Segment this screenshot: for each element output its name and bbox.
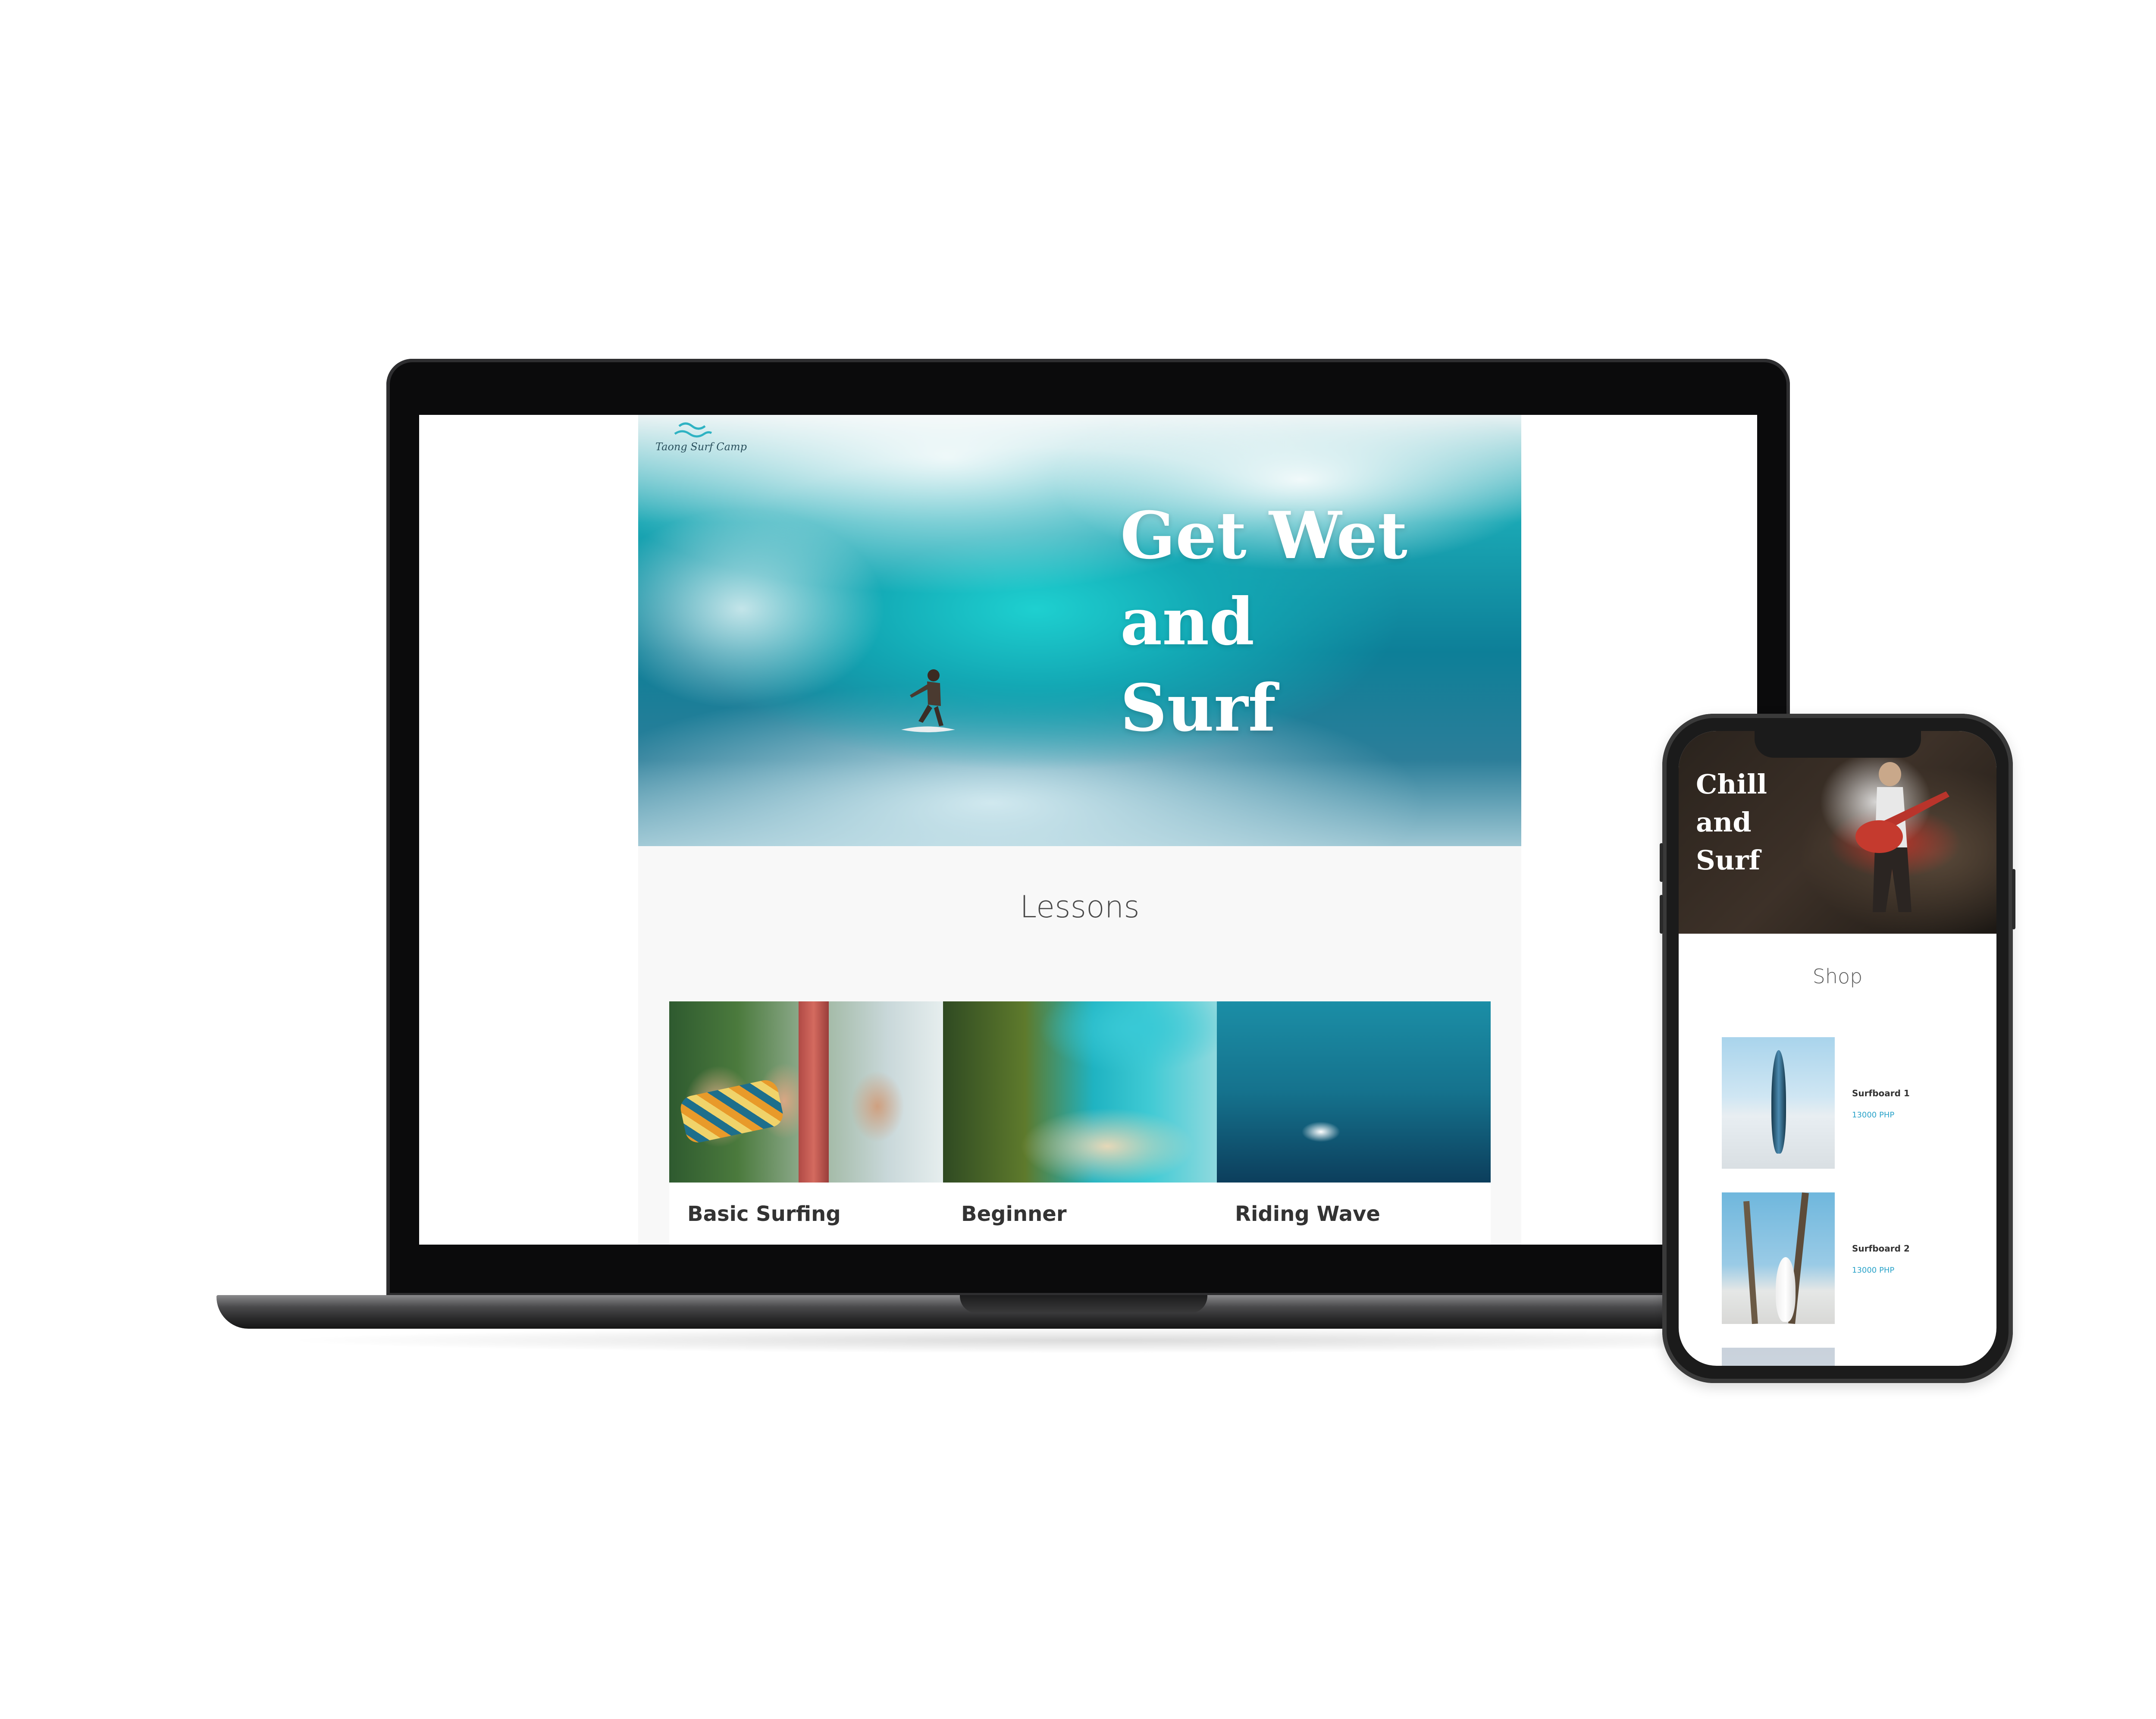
lesson-image (669, 1001, 943, 1183)
product-image (1722, 1037, 1835, 1169)
laptop-shadow (280, 1327, 1902, 1353)
phone-screen: Chill and Surf Shop Surfboard 1 13000 PH… (1679, 731, 1996, 1366)
hero-title: Get Wet and Surf (1120, 492, 1465, 751)
product-item[interactable]: Surfboard 1 13000 PHP (1722, 1037, 1963, 1171)
lesson-card-basic-surfing[interactable]: Basic Surfing (669, 1001, 943, 1245)
product-name: Surfboard 1 (1852, 1088, 1910, 1098)
surfboard-shape (1771, 1050, 1786, 1154)
hero-title-line: and (1120, 584, 1255, 660)
guitarist-figure (1855, 762, 1949, 912)
palm-trunk-shape (1743, 1201, 1758, 1324)
surfboard-shape (678, 1078, 785, 1145)
lesson-image (943, 1001, 1217, 1183)
laptop-trackpad-notch (960, 1295, 1207, 1313)
phone-notch (1755, 731, 1921, 758)
wave-logo-icon (674, 422, 712, 438)
red-pole-shape (799, 1001, 829, 1183)
product-item[interactable]: Surfboard 2 13000 PHP (1722, 1192, 1963, 1326)
phone-side-button (1660, 895, 1663, 934)
lesson-card-beginner[interactable]: Beginner (943, 1001, 1217, 1245)
phone-side-button (2012, 869, 2015, 929)
phone-hero-title-line: and (1696, 806, 1752, 838)
product-price: 13000 PHP (1852, 1266, 1895, 1275)
lesson-image (1217, 1001, 1491, 1183)
lessons-heading: Lessons (1020, 889, 1140, 925)
laptop-website: Taong Surf Camp Get Wet and Surf Lessons (638, 415, 1521, 1245)
hero-banner: Taong Surf Camp Get Wet and Surf (638, 415, 1521, 846)
lesson-card-label: Beginner (961, 1202, 1067, 1226)
laptop-frame: Taong Surf Camp Get Wet and Surf Lessons (386, 359, 1790, 1296)
shop-heading: Shop (1812, 965, 1863, 988)
product-image (1722, 1348, 1835, 1366)
phone-hero-title-line: Chill (1696, 769, 1767, 800)
phone-hero-title: Chill and Surf (1696, 765, 1767, 879)
product-image (1722, 1192, 1835, 1324)
laptop-screen: Taong Surf Camp Get Wet and Surf Lessons (419, 415, 1757, 1245)
site-logo[interactable]: Taong Surf Camp (655, 417, 750, 456)
lesson-card-label: Riding Wave (1235, 1202, 1380, 1226)
lesson-cards: Basic Surfing Beginner Riding Wave (669, 1001, 1491, 1245)
wave-spray (638, 501, 897, 717)
lesson-card-label: Basic Surfing (687, 1202, 841, 1226)
hero-title-line: Get Wet (1120, 498, 1407, 574)
product-item[interactable] (1722, 1348, 1963, 1366)
product-price: 13000 PHP (1852, 1110, 1895, 1120)
surfboard-shape (1776, 1257, 1796, 1322)
surfer-figure (901, 669, 955, 732)
phone-hero-banner: Chill and Surf (1679, 731, 1996, 934)
hero-title-line: Surf (1120, 670, 1276, 746)
logo-text: Taong Surf Camp (655, 441, 747, 453)
phone-frame: Chill and Surf Shop Surfboard 1 13000 PH… (1660, 714, 2015, 1383)
lesson-card-riding-wave[interactable]: Riding Wave (1217, 1001, 1491, 1245)
phone-hero-title-line: Surf (1696, 844, 1761, 876)
phone-side-button (1660, 843, 1663, 882)
product-name: Surfboard 2 (1852, 1243, 1910, 1254)
